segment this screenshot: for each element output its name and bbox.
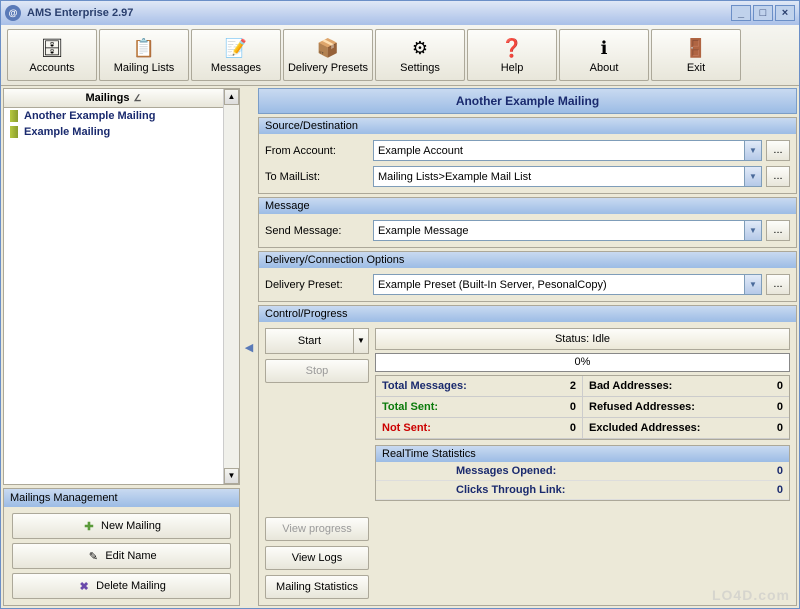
total-sent-label: Total Sent:	[382, 401, 438, 413]
clicks-through-value: 0	[743, 484, 783, 496]
new-mailing-button[interactable]: ✚ New Mailing	[12, 513, 231, 539]
mailings-header[interactable]: Mailings ∠	[4, 89, 223, 108]
delivery-preset-label: Delivery Preset:	[265, 279, 373, 291]
from-account-label: From Account:	[265, 145, 373, 157]
delivery-presets-icon: 📦	[314, 36, 342, 60]
settings-icon: ⚙	[406, 36, 434, 60]
app-icon: @	[5, 5, 21, 21]
toolbar-about-button[interactable]: ℹAbout	[559, 29, 649, 81]
accounts-icon: 🗄	[38, 36, 66, 60]
delivery-section-header: Delivery/Connection Options	[259, 252, 796, 268]
progress-bar: 0%	[375, 353, 790, 372]
scroll-down-button[interactable]: ▼	[224, 468, 239, 484]
maximize-button[interactable]: □	[753, 5, 773, 21]
mailing-statistics-button[interactable]: Mailing Statistics	[265, 575, 369, 599]
toolbar-settings-button[interactable]: ⚙Settings	[375, 29, 465, 81]
to-maillist-browse-button[interactable]: ...	[766, 166, 790, 187]
toolbar-accounts-button[interactable]: 🗄Accounts	[7, 29, 97, 81]
refused-addresses-value: 0	[777, 401, 783, 413]
start-button[interactable]: Start	[265, 328, 354, 354]
messages-opened-value: 0	[743, 465, 783, 477]
watermark: LO4D.com	[712, 587, 790, 603]
chevron-down-icon: ▼	[744, 221, 761, 240]
scroll-up-button[interactable]: ▲	[224, 89, 239, 105]
toolbar-exit-button[interactable]: 🚪Exit	[651, 29, 741, 81]
mailing-item-0[interactable]: Another Example Mailing	[4, 108, 223, 124]
messages-opened-label: Messages Opened:	[456, 465, 556, 477]
send-message-dropdown[interactable]: Example Message ▼	[373, 220, 762, 241]
excluded-addresses-value: 0	[777, 422, 783, 434]
mailing-lists-icon: 📋	[130, 36, 158, 60]
not-sent-value: 0	[570, 422, 576, 434]
not-sent-label: Not Sent:	[382, 422, 431, 434]
close-button[interactable]: ×	[775, 5, 795, 21]
plus-icon: ✚	[82, 519, 96, 533]
toolbar-help-button[interactable]: ❓Help	[467, 29, 557, 81]
toolbar-messages-button[interactable]: 📝Messages	[191, 29, 281, 81]
start-dropdown-button[interactable]: ▼	[354, 328, 369, 354]
chevron-down-icon: ▼	[744, 275, 761, 294]
from-account-browse-button[interactable]: ...	[766, 140, 790, 161]
edit-icon: ✎	[86, 549, 100, 563]
from-account-dropdown[interactable]: Example Account ▼	[373, 140, 762, 161]
about-icon: ℹ	[590, 36, 618, 60]
minimize-button[interactable]: _	[731, 5, 751, 21]
exit-icon: 🚪	[682, 36, 710, 60]
messages-icon: 📝	[222, 36, 250, 60]
mailing-title: Another Example Mailing	[258, 88, 797, 114]
toolbar-mailing-lists-button[interactable]: 📋Mailing Lists	[99, 29, 189, 81]
excluded-addresses-label: Excluded Addresses:	[589, 422, 700, 434]
mailings-scrollbar[interactable]: ▲ ▼	[223, 89, 239, 484]
chevron-down-icon: ▼	[744, 167, 761, 186]
edit-name-button[interactable]: ✎ Edit Name	[12, 543, 231, 569]
status-bar-icon	[10, 126, 18, 138]
refused-addresses-label: Refused Addresses:	[589, 401, 695, 413]
to-maillist-label: To MailList:	[265, 171, 373, 183]
delivery-preset-dropdown[interactable]: Example Preset (Built-In Server, Pesonal…	[373, 274, 762, 295]
status-bar-icon	[10, 110, 18, 122]
delivery-preset-browse-button[interactable]: ...	[766, 274, 790, 295]
view-logs-button[interactable]: View Logs	[265, 546, 369, 570]
status-text: Status: Idle	[375, 328, 790, 350]
splitter-collapse[interactable]: ◀	[244, 88, 254, 606]
view-progress-button: View progress	[265, 517, 369, 541]
realtime-stats-header: RealTime Statistics	[376, 446, 789, 462]
send-message-browse-button[interactable]: ...	[766, 220, 790, 241]
titlebar: @ AMS Enterprise 2.97 _ □ ×	[1, 1, 799, 25]
control-section-header: Control/Progress	[259, 306, 796, 322]
toolbar-delivery-presets-button[interactable]: 📦Delivery Presets	[283, 29, 373, 81]
total-messages-value: 2	[570, 380, 576, 392]
chevron-down-icon: ▼	[744, 141, 761, 160]
delete-icon: ✖	[77, 579, 91, 593]
mailing-item-1[interactable]: Example Mailing	[4, 124, 223, 140]
delete-mailing-button[interactable]: ✖ Delete Mailing	[12, 573, 231, 599]
help-icon: ❓	[498, 36, 526, 60]
bad-addresses-label: Bad Addresses:	[589, 380, 672, 392]
stop-button: Stop	[265, 359, 369, 383]
total-sent-value: 0	[570, 401, 576, 413]
bad-addresses-value: 0	[777, 380, 783, 392]
to-maillist-dropdown[interactable]: Mailing Lists>Example Mail List ▼	[373, 166, 762, 187]
message-section-header: Message	[259, 198, 796, 214]
clicks-through-label: Clicks Through Link:	[456, 484, 565, 496]
main-toolbar: 🗄Accounts📋Mailing Lists📝Messages📦Deliver…	[1, 25, 799, 86]
management-header: Mailings Management	[4, 489, 239, 507]
window-title: AMS Enterprise 2.97	[27, 7, 133, 19]
send-message-label: Send Message:	[265, 225, 373, 237]
sort-arrow-icon: ∠	[133, 93, 141, 104]
total-messages-label: Total Messages:	[382, 380, 467, 392]
source-section-header: Source/Destination	[259, 118, 796, 134]
